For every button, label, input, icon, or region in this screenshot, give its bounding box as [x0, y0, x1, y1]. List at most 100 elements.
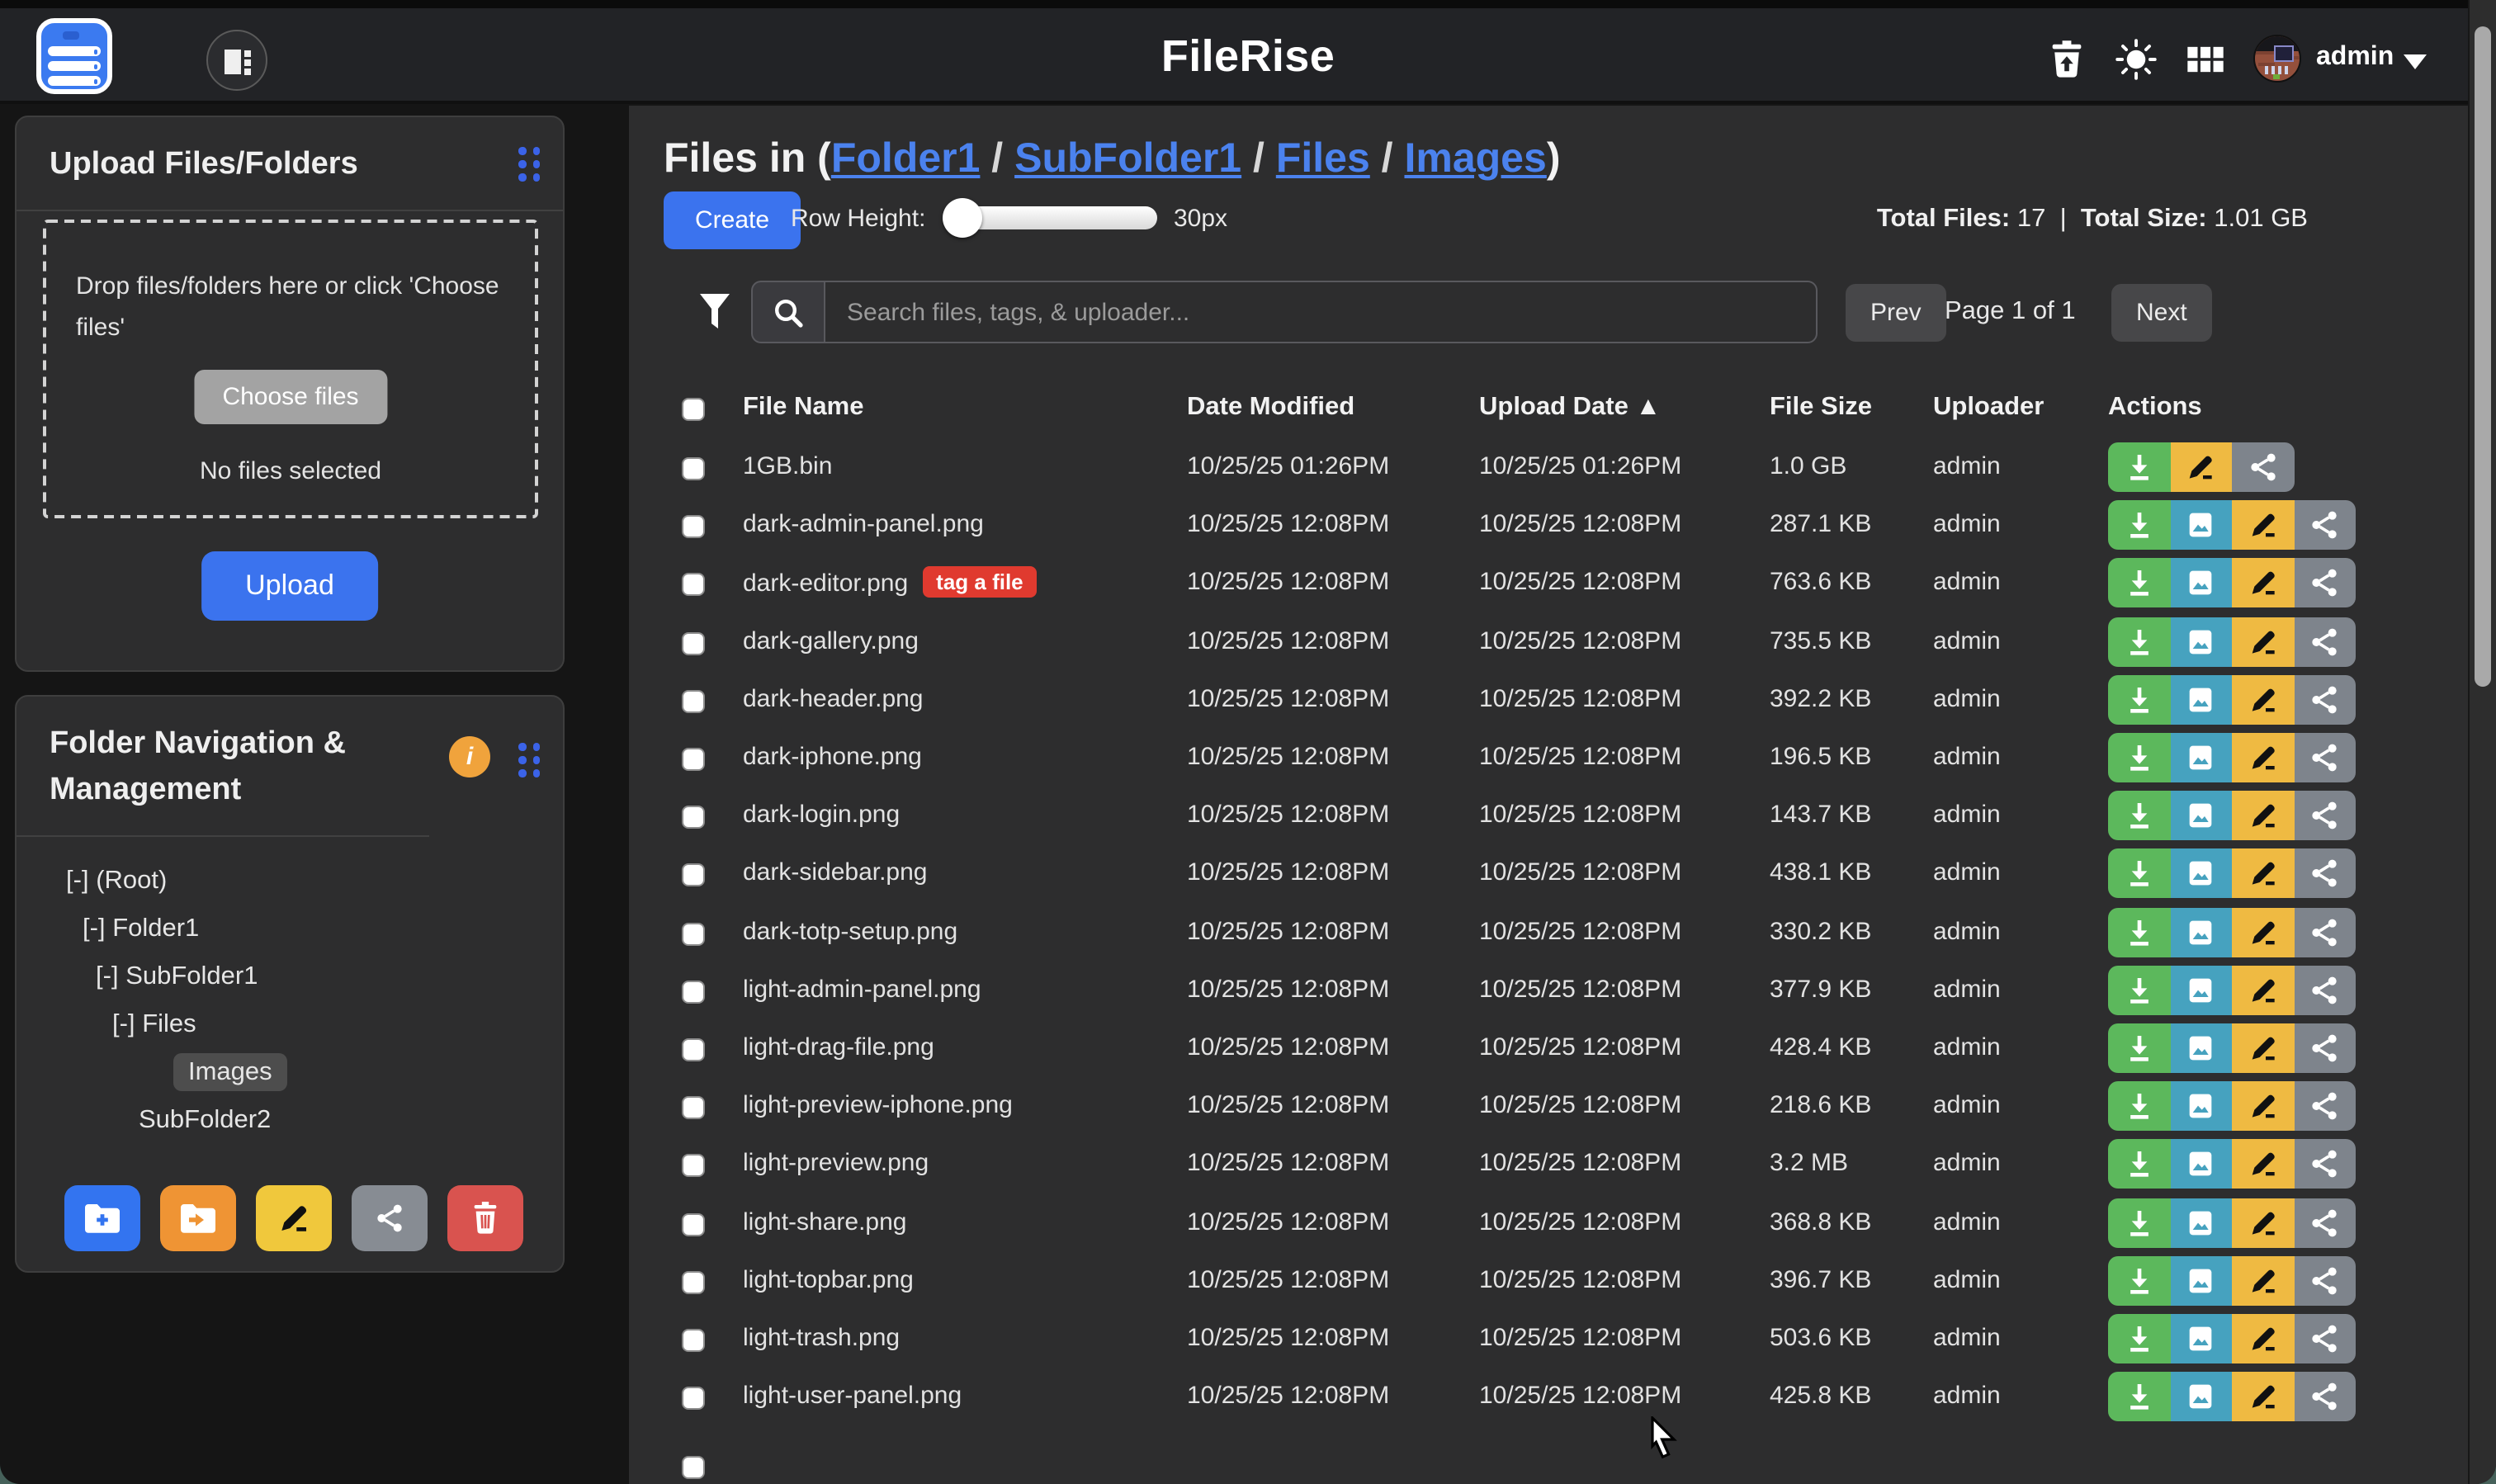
- row-checkbox[interactable]: [682, 864, 705, 887]
- download-button[interactable]: [2108, 791, 2170, 840]
- breadcrumb-link-subfolder1[interactable]: SubFolder1: [1014, 135, 1241, 182]
- row-checkbox[interactable]: [682, 1096, 705, 1119]
- edit-button[interactable]: [2232, 559, 2294, 608]
- file-name[interactable]: dark-header.png: [743, 685, 924, 713]
- edit-button[interactable]: [2232, 1081, 2294, 1131]
- download-button[interactable]: [2108, 907, 2170, 957]
- download-button[interactable]: [2108, 1081, 2170, 1131]
- collapse-toggle[interactable]: [-]: [112, 1010, 142, 1038]
- share-button[interactable]: [2294, 1198, 2356, 1247]
- row-checkbox[interactable]: [682, 922, 705, 945]
- upload-button[interactable]: Upload: [201, 551, 379, 621]
- tree-node-subfolder1[interactable]: [-] SubFolder1: [17, 952, 563, 1000]
- row-height-slider[interactable]: [946, 206, 1157, 229]
- row-checkbox[interactable]: [682, 457, 705, 480]
- preview-button[interactable]: [2170, 1140, 2232, 1189]
- file-name[interactable]: dark-login.png: [743, 801, 900, 829]
- edit-button[interactable]: [2232, 1023, 2294, 1073]
- file-name[interactable]: light-admin-panel.png: [743, 976, 981, 1004]
- preview-button[interactable]: [2170, 966, 2232, 1015]
- edit-button[interactable]: [2232, 1256, 2294, 1306]
- share-button[interactable]: [2294, 617, 2356, 666]
- preview-button[interactable]: [2170, 849, 2232, 899]
- download-button[interactable]: [2108, 849, 2170, 899]
- slider-knob[interactable]: [943, 198, 982, 238]
- share-button[interactable]: [2294, 791, 2356, 840]
- column-file-size[interactable]: File Size: [1770, 393, 1872, 423]
- download-button[interactable]: [2108, 1140, 2170, 1189]
- grid-view-icon[interactable]: [2184, 38, 2227, 81]
- preview-button[interactable]: [2170, 1372, 2232, 1421]
- table-row[interactable]: dark-sidebar.png10/25/25 12:08PM10/25/25…: [629, 846, 2468, 904]
- share-button[interactable]: [2294, 500, 2356, 550]
- breadcrumb-link-files[interactable]: Files: [1276, 135, 1370, 182]
- download-button[interactable]: [2108, 1372, 2170, 1421]
- edit-button[interactable]: [2232, 849, 2294, 899]
- preview-button[interactable]: [2170, 1256, 2232, 1306]
- collapse-toggle[interactable]: [-]: [96, 962, 125, 990]
- file-name[interactable]: light-drag-file.png: [743, 1033, 934, 1061]
- share-button[interactable]: [2232, 442, 2294, 492]
- row-checkbox[interactable]: [682, 1212, 705, 1236]
- preview-button[interactable]: [2170, 1198, 2232, 1247]
- download-button[interactable]: [2108, 617, 2170, 666]
- row-checkbox[interactable]: [682, 981, 705, 1004]
- column-file-name[interactable]: File Name: [743, 393, 863, 423]
- download-button[interactable]: [2108, 1198, 2170, 1247]
- download-button[interactable]: [2108, 733, 2170, 782]
- share-button[interactable]: [2294, 1372, 2356, 1421]
- edit-button[interactable]: [2232, 907, 2294, 957]
- download-button[interactable]: [2108, 1023, 2170, 1073]
- row-checkbox[interactable]: [682, 748, 705, 771]
- table-row[interactable]: light-preview-iphone.png10/25/25 12:08PM…: [629, 1078, 2468, 1136]
- file-name[interactable]: dark-editor.pngtag a file: [743, 569, 1037, 600]
- rename-folder-button[interactable]: [256, 1185, 332, 1251]
- table-row[interactable]: light-admin-panel.png10/25/25 12:08PM10/…: [629, 962, 2468, 1020]
- prev-page-button[interactable]: Prev: [1846, 284, 1946, 342]
- tree-node-images[interactable]: Images: [17, 1048, 563, 1096]
- edit-button[interactable]: [2232, 1140, 2294, 1189]
- table-row[interactable]: dark-admin-panel.png10/25/25 12:08PM10/2…: [629, 497, 2468, 555]
- preview-button[interactable]: [2170, 1081, 2232, 1131]
- table-row[interactable]: 1GB.bin10/25/25 01:26PM10/25/25 01:26PM1…: [629, 439, 2468, 497]
- share-button[interactable]: [2294, 733, 2356, 782]
- share-button[interactable]: [2294, 907, 2356, 957]
- download-button[interactable]: [2108, 1256, 2170, 1306]
- create-folder-button[interactable]: [64, 1185, 140, 1251]
- download-button[interactable]: [2108, 559, 2170, 608]
- edit-button[interactable]: [2232, 733, 2294, 782]
- preview-button[interactable]: [2170, 559, 2232, 608]
- share-button[interactable]: [2294, 966, 2356, 1015]
- share-button[interactable]: [2294, 675, 2356, 725]
- info-icon[interactable]: i: [449, 736, 490, 777]
- edit-button[interactable]: [2232, 966, 2294, 1015]
- row-checkbox[interactable]: [682, 1329, 705, 1352]
- search-addon[interactable]: [751, 281, 824, 343]
- create-button[interactable]: Create: [664, 191, 801, 249]
- file-name[interactable]: light-trash.png: [743, 1324, 900, 1352]
- next-page-button[interactable]: Next: [2111, 284, 2212, 342]
- filter-icon[interactable]: [698, 292, 731, 332]
- file-name[interactable]: dark-sidebar.png: [743, 859, 928, 887]
- table-row[interactable]: light-topbar.png10/25/25 12:08PM10/25/25…: [629, 1253, 2468, 1311]
- row-checkbox[interactable]: [682, 574, 705, 597]
- edit-button[interactable]: [2232, 1198, 2294, 1247]
- column-uploader[interactable]: Uploader: [1933, 393, 2044, 423]
- user-name[interactable]: admin: [2316, 43, 2394, 73]
- file-name[interactable]: light-share.png: [743, 1208, 906, 1236]
- breadcrumb-link-folder1[interactable]: Folder1: [831, 135, 981, 182]
- preview-button[interactable]: [2170, 1314, 2232, 1363]
- row-checkbox[interactable]: [682, 1387, 705, 1410]
- table-row[interactable]: light-share.png10/25/25 12:08PM10/25/25 …: [629, 1194, 2468, 1252]
- row-checkbox[interactable]: [682, 806, 705, 829]
- tree-node-subfolder2[interactable]: SubFolder2: [17, 1096, 563, 1144]
- edit-button[interactable]: [2232, 1314, 2294, 1363]
- share-button[interactable]: [2294, 1081, 2356, 1131]
- edit-button[interactable]: [2232, 791, 2294, 840]
- share-folder-button[interactable]: [352, 1185, 428, 1251]
- file-name[interactable]: dark-admin-panel.png: [743, 510, 984, 538]
- theme-sun-icon[interactable]: [2115, 38, 2158, 81]
- select-all-checkbox[interactable]: [682, 398, 705, 421]
- breadcrumb-link-images[interactable]: Images: [1404, 135, 1546, 182]
- move-folder-button[interactable]: [160, 1185, 236, 1251]
